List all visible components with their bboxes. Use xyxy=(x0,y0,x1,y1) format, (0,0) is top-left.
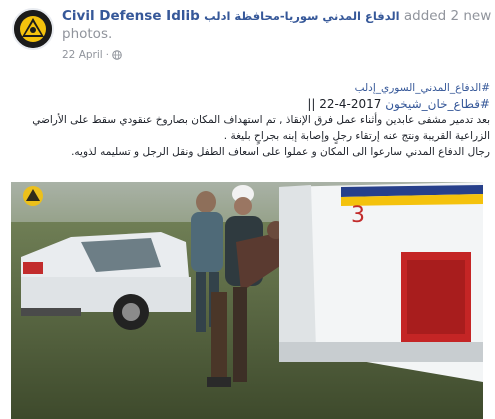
meta-separator: · xyxy=(105,49,109,61)
post-photo[interactable]: 3 xyxy=(11,182,483,419)
page-name-arabic-link[interactable]: الدفاع المدني سوريا-محافظة ادلب xyxy=(204,9,400,23)
post-text: #الدفاع_المدني_السوري_إدلب #قطاع_خان_شيخ… xyxy=(6,80,490,160)
hashtag-civil-defense[interactable]: #الدفاع_المدني_السوري_إدلب xyxy=(355,82,490,94)
rescue-scene-image: 3 xyxy=(11,182,483,419)
civil-defense-watermark xyxy=(23,186,43,206)
page-name-link[interactable]: Civil Defense Idlib xyxy=(62,8,200,24)
vehicle-marking: 3 xyxy=(351,203,365,228)
civil-defense-logo-icon xyxy=(14,10,52,48)
post-text-line-2: الزراعية القريبة ونتج عنه إرتقاء رجلٍ وإ… xyxy=(223,130,490,142)
post-meta: 22 April · xyxy=(62,49,122,61)
post-title-line: Civil Defense Idlib الدفاع المدني سوريا-… xyxy=(62,7,492,43)
page-avatar[interactable] xyxy=(12,8,54,50)
post-header: Civil Defense Idlib الدفاع المدني سوريا-… xyxy=(0,0,495,70)
post-text-line-1: بعد تدمير مشفى عابدين وأثناء عمل فرق الإ… xyxy=(32,114,490,126)
post-text-line-3: رجال الدفاع المدني سارعوا الى المكان و ع… xyxy=(71,146,490,158)
hashtag-khan-sheikhoun[interactable]: #قطاع_خان_شيخون xyxy=(385,97,490,111)
globe-icon[interactable] xyxy=(112,50,122,60)
ambulance: 3 xyxy=(279,182,483,382)
post-date-link[interactable]: 22 April xyxy=(62,49,103,61)
post-date-text: || 22-4-2017 xyxy=(307,97,382,111)
